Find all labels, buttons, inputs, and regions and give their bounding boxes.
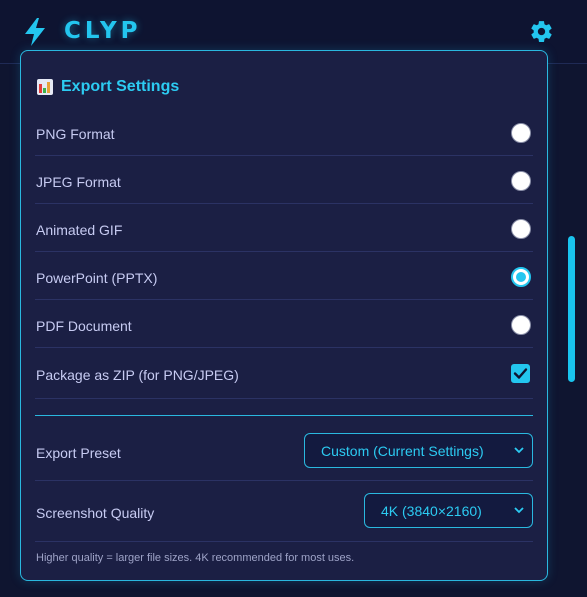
format-radio-pdf[interactable] (511, 315, 531, 335)
format-radio-jpeg[interactable] (511, 171, 531, 191)
scrollbar-thumb[interactable] (568, 236, 575, 382)
bar-chart-icon (37, 79, 53, 95)
format-option-gif[interactable]: Animated GIF (35, 204, 533, 252)
format-label: PDF Document (36, 318, 132, 334)
screenshot-quality-value: 4K (3840×2160) (381, 502, 482, 519)
lightning-bolt-icon (25, 18, 45, 46)
format-radio-pptx[interactable] (511, 267, 531, 287)
format-label: PNG Format (36, 126, 115, 142)
format-label: Animated GIF (36, 222, 123, 238)
quality-hint: Higher quality = larger file sizes. 4K r… (36, 552, 355, 564)
export-preset-value: Custom (Current Settings) (321, 442, 484, 459)
screenshot-quality-select[interactable]: 4K (3840×2160) (364, 493, 533, 528)
zip-checkbox[interactable] (511, 364, 530, 383)
checkmark-icon (513, 368, 528, 379)
format-label: PowerPoint (PPTX) (36, 270, 158, 286)
format-radio-gif[interactable] (511, 219, 531, 239)
export-preset-select[interactable]: Custom (Current Settings) (304, 433, 533, 468)
zip-option[interactable]: Package as ZIP (for PNG/JPEG) (35, 348, 533, 399)
export-settings-title: Export Settings (37, 78, 179, 96)
zip-label: Package as ZIP (for PNG/JPEG) (36, 367, 239, 383)
format-option-pdf[interactable]: PDF Document (35, 300, 533, 348)
export-preset-label: Export Preset (36, 445, 121, 461)
format-label: JPEG Format (36, 174, 121, 190)
gear-icon[interactable] (529, 19, 554, 44)
app-title: CLYP (64, 18, 142, 44)
export-preset-row: Export Preset Custom (Current Settings) (35, 416, 533, 481)
chevron-down-icon (514, 507, 524, 514)
screenshot-quality-label: Screenshot Quality (36, 505, 155, 521)
format-option-png[interactable]: PNG Format (35, 108, 533, 156)
screenshot-quality-row: Screenshot Quality 4K (3840×2160) (35, 481, 533, 542)
format-radio-png[interactable] (511, 123, 531, 143)
chevron-down-icon (514, 447, 524, 454)
panel-title-text: Export Settings (61, 78, 180, 95)
format-option-pptx[interactable]: PowerPoint (PPTX) (35, 252, 533, 300)
format-option-jpeg[interactable]: JPEG Format (35, 156, 533, 204)
export-settings-panel: Export Settings PNG Format JPEG Format A… (20, 50, 548, 581)
